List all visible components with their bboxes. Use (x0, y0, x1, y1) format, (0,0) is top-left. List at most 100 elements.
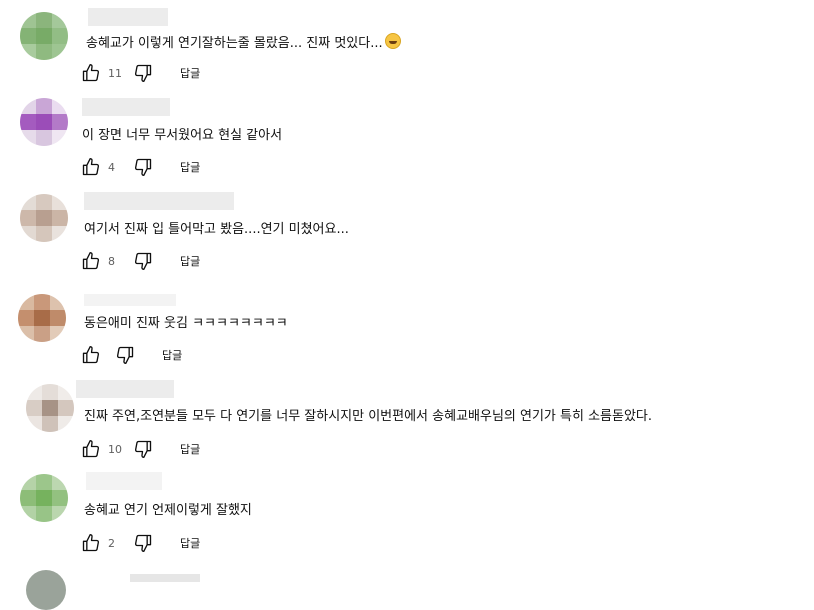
comment-actions: 답글 (80, 343, 182, 367)
avatar-pixel (20, 194, 36, 210)
avatar-pixel (42, 416, 58, 432)
avatar-pixel (52, 12, 68, 28)
comment-text-content: 동은애미 진짜 웃김 ㅋㅋㅋㅋㅋㅋㅋㅋ (84, 316, 288, 331)
avatar-pixel (52, 474, 68, 490)
avatar-pixel (36, 98, 52, 114)
like-button[interactable] (80, 250, 102, 272)
author-name-blurred[interactable] (76, 380, 174, 398)
avatar-pixel (50, 310, 66, 326)
avatar[interactable] (20, 474, 68, 522)
comment-actions: 4 답글 (80, 155, 200, 179)
comment-item: 송혜교가 이렇게 연기잘하는줄 몰랐음... 진짜 멋있다... 11 답글 (0, 0, 814, 94)
avatar-pixel (20, 474, 36, 490)
dislike-button[interactable] (132, 250, 154, 272)
author-name-blurred[interactable] (84, 294, 176, 306)
avatar[interactable] (18, 294, 66, 342)
dislike-button[interactable] (114, 344, 136, 366)
thumbs-up-icon (82, 252, 100, 270)
avatar-pixel (36, 226, 52, 242)
avatar[interactable] (20, 98, 68, 146)
thumbs-up-icon (82, 64, 100, 82)
thumbs-down-icon (116, 346, 134, 364)
comment-text: 진짜 주연,조연분들 모두 다 연기를 너무 잘하시지만 이번편에서 송혜교배우… (84, 408, 652, 426)
like-button[interactable] (80, 156, 102, 178)
reply-button[interactable]: 답글 (180, 253, 200, 269)
avatar-pixel (50, 294, 66, 310)
avatar-pixel (20, 130, 36, 146)
avatar-pixel (34, 310, 50, 326)
thumbs-up-icon (82, 440, 100, 458)
comment-actions: 10 답글 (80, 437, 200, 461)
like-button[interactable] (80, 344, 102, 366)
dislike-button[interactable] (132, 532, 154, 554)
comment-text: 송혜교 연기 언제이렇게 잘했지 (84, 502, 252, 520)
like-count: 10 (108, 442, 122, 456)
avatar-pixel (52, 210, 68, 226)
avatar-pixel (52, 44, 68, 60)
avatar-pixel (20, 506, 36, 522)
reply-button[interactable]: 답글 (180, 65, 200, 81)
like-button[interactable] (80, 438, 102, 460)
like-button[interactable] (80, 532, 102, 554)
avatar-pixel (26, 416, 42, 432)
avatar-pixel (52, 114, 68, 130)
avatar-pixel (18, 294, 34, 310)
avatar-pixel (42, 400, 58, 416)
like-count: 8 (108, 254, 115, 268)
comment-text: 동은애미 진짜 웃김 ㅋㅋㅋㅋㅋㅋㅋㅋ (84, 315, 288, 333)
reply-button[interactable]: 답글 (180, 159, 200, 175)
avatar-pixel (36, 130, 52, 146)
author-name-blurred[interactable] (82, 98, 170, 116)
comment-text: 이 장면 너무 무서웠어요 현실 같아서 (82, 127, 282, 145)
avatar-pixel (52, 28, 68, 44)
avatar[interactable] (26, 570, 66, 610)
comment-text: 여기서 진짜 입 틀어막고 봤음....연기 미쳤어요... (84, 221, 349, 239)
avatar-pixel (20, 98, 36, 114)
avatar-pixel (52, 98, 68, 114)
comment-item: 진짜 주연,조연분들 모두 다 연기를 너무 잘하시지만 이번편에서 송혜교배우… (0, 376, 814, 470)
avatar-pixel (20, 114, 36, 130)
avatar-pixel (50, 326, 66, 342)
reply-button[interactable]: 답글 (162, 347, 182, 363)
comment-actions: 11 답글 (80, 61, 200, 85)
avatar-pixel (36, 474, 52, 490)
reply-button[interactable]: 답글 (180, 441, 200, 457)
thumbs-up-icon (82, 158, 100, 176)
avatar-pixel (52, 226, 68, 242)
avatar-pixel (52, 506, 68, 522)
avatar-pixel (36, 12, 52, 28)
avatar[interactable] (20, 194, 68, 242)
reply-button[interactable]: 답글 (180, 535, 200, 551)
avatar-pixel (36, 490, 52, 506)
avatar-pixel (20, 28, 36, 44)
author-name-blurred[interactable] (86, 472, 162, 490)
avatar-pixel (20, 44, 36, 60)
avatar[interactable] (20, 12, 68, 60)
comment-item: 여기서 진짜 입 틀어막고 봤음....연기 미쳤어요... 8 답글 (0, 188, 814, 282)
dislike-button[interactable] (132, 438, 154, 460)
avatar-pixel (58, 416, 74, 432)
avatar[interactable] (26, 384, 74, 432)
thumbs-down-icon (134, 64, 152, 83)
avatar-pixel (52, 194, 68, 210)
comment-item: 송혜교 연기 언제이렇게 잘했지 2 답글 (0, 470, 814, 564)
comment-text-content: 송혜교가 이렇게 연기잘하는줄 몰랐음... 진짜 멋있다... (86, 36, 383, 51)
thumbs-down-icon (134, 252, 152, 270)
avatar-pixel (36, 28, 52, 44)
avatar-pixel (36, 194, 52, 210)
grinning-face-emoji-icon (384, 33, 401, 49)
dislike-button[interactable] (132, 156, 154, 178)
avatar-pixel (26, 400, 42, 416)
author-name-blurred[interactable] (88, 8, 168, 26)
comment-text-content: 여기서 진짜 입 틀어막고 봤음....연기 미쳤어요... (84, 222, 349, 237)
author-name-blurred[interactable] (84, 192, 234, 210)
dislike-button[interactable] (132, 62, 154, 84)
author-name-blurred[interactable] (130, 574, 200, 582)
comment-text: 송혜교가 이렇게 연기잘하는줄 몰랐음... 진짜 멋있다... (86, 33, 401, 53)
avatar-pixel (20, 12, 36, 28)
like-button[interactable] (80, 62, 102, 84)
comment-actions: 2 답글 (80, 531, 200, 555)
thumbs-down-icon (134, 440, 152, 458)
avatar-pixel (52, 130, 68, 146)
avatar-pixel (18, 326, 34, 342)
